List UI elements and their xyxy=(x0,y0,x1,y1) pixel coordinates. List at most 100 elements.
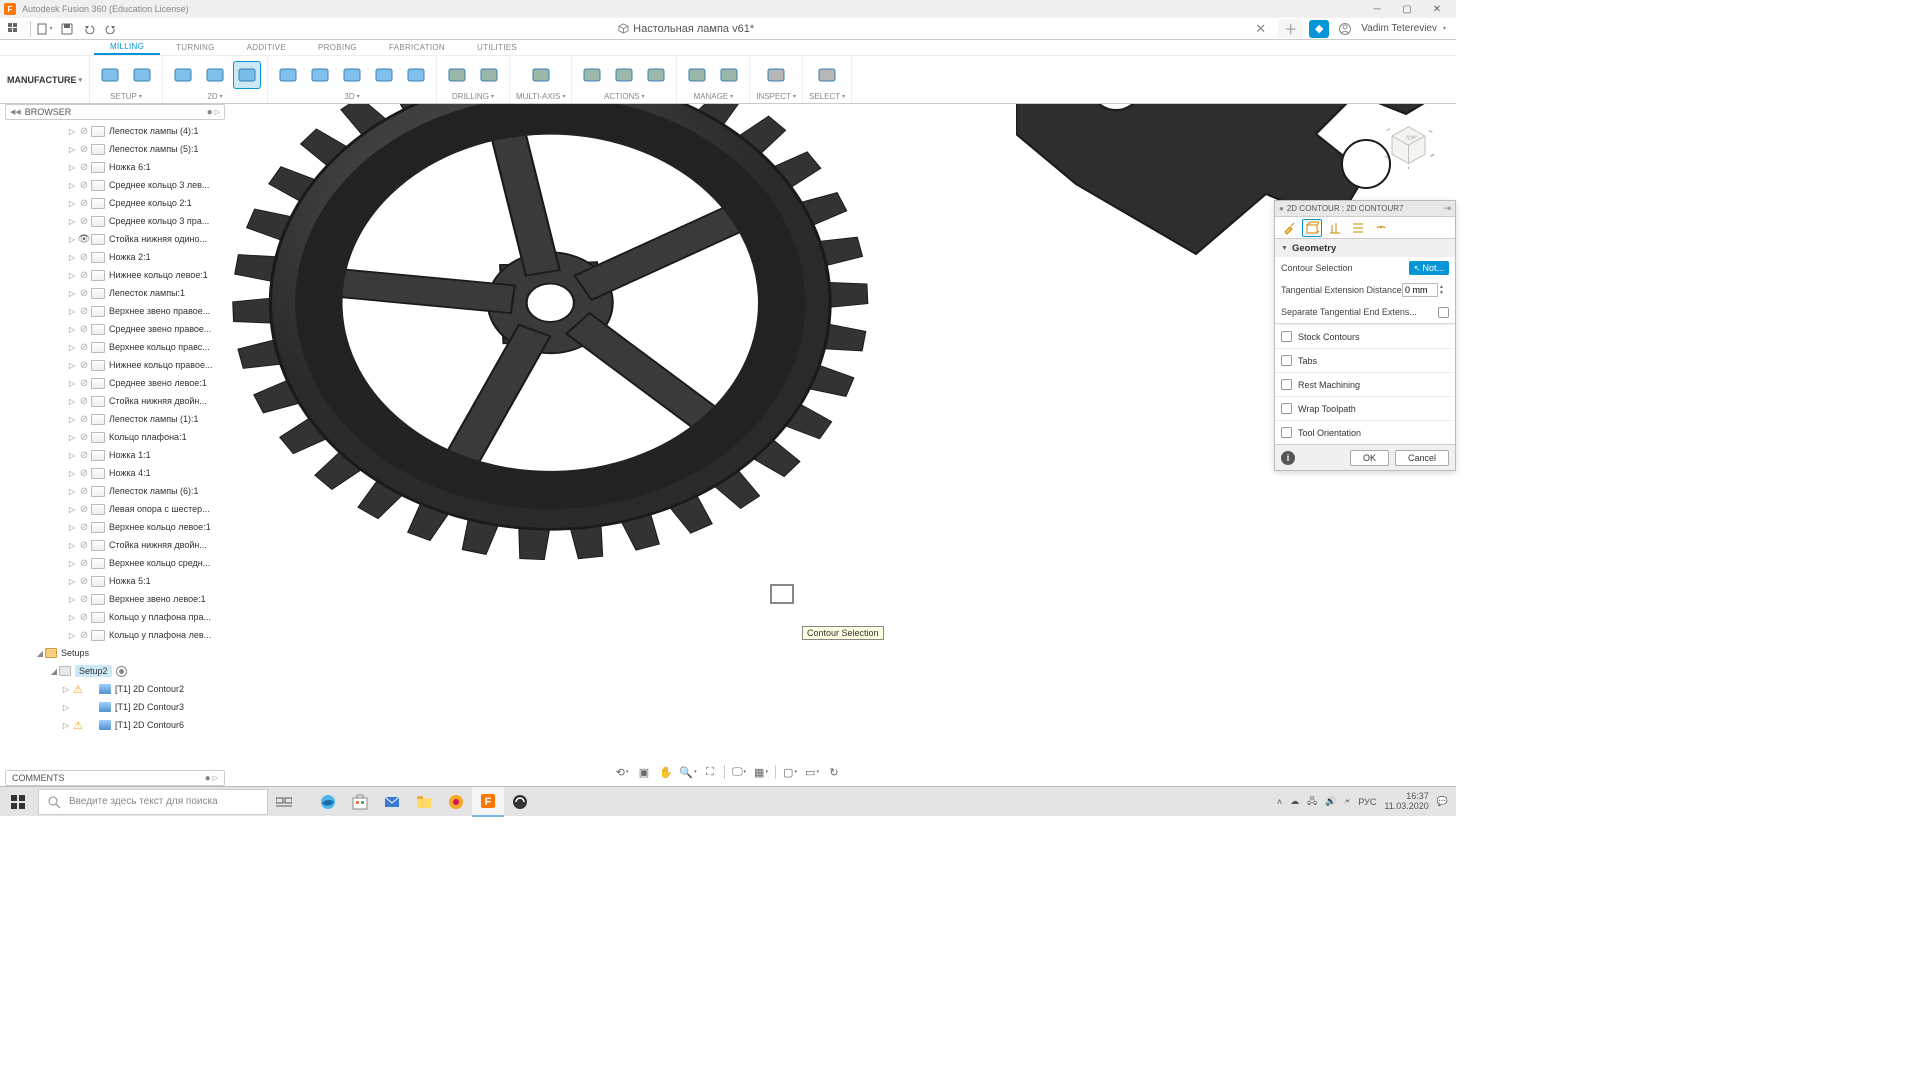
fit-button[interactable]: ⛶ xyxy=(700,763,720,781)
browser-item[interactable]: ▷⊘Среднее звено левое:1 xyxy=(5,374,225,392)
browser-item[interactable]: ▷⊘Ножка 2:1 xyxy=(5,248,225,266)
notifications-icon[interactable]: 💬 xyxy=(1437,796,1448,807)
view-cube[interactable]: TOP xyxy=(1381,114,1436,169)
ribbon-icon[interactable] xyxy=(306,61,334,89)
checkbox[interactable] xyxy=(1281,379,1292,390)
browser-item[interactable]: ▷⊘Среднее кольцо 3 пра... xyxy=(5,212,225,230)
browser-item[interactable]: ▷⊘Кольцо у плафона лев... xyxy=(5,626,225,644)
browser-item[interactable]: ▷⊘Среднее кольцо 3 лев... xyxy=(5,176,225,194)
ribbon-icon[interactable] xyxy=(642,61,670,89)
checkbox[interactable] xyxy=(1281,403,1292,414)
grid-settings-button[interactable]: ▦▾ xyxy=(751,763,771,781)
browser-item[interactable]: ▷⊘Нижнее кольцо левое:1 xyxy=(5,266,225,284)
mail-taskbar-icon[interactable] xyxy=(376,787,408,817)
browser-item[interactable]: ▷⊘Лепесток лампы (5):1 xyxy=(5,140,225,158)
operation-item[interactable]: ▷⚠[T1] 2D Contour2 xyxy=(5,680,225,698)
ribbon-group-label[interactable]: ACTIONS xyxy=(604,92,645,101)
ribbon-group-label[interactable]: 2D xyxy=(207,92,222,101)
ribbon-icon[interactable] xyxy=(338,61,366,89)
browser-item[interactable]: ▷⊘Верхнее кольцо средн... xyxy=(5,554,225,572)
app2-taskbar-icon[interactable] xyxy=(504,787,536,817)
browser-item[interactable]: ▷⊘Верхнее кольцо правс... xyxy=(5,338,225,356)
browser-header[interactable]: ◀◀ BROWSER ●▷ xyxy=(5,104,225,120)
taskbar-clock[interactable]: 16:37 11.03.2020 xyxy=(1384,792,1428,812)
ribbon-icon[interactable] xyxy=(527,61,555,89)
browser-item[interactable]: ▷⊘Верхнее звено левое:1 xyxy=(5,590,225,608)
system-tray[interactable]: ˄ ☁ 🖧 🔊 🗲 РУС 16:37 11.03.2020 💬 xyxy=(1269,792,1456,812)
setups-folder[interactable]: ◢Setups xyxy=(5,644,225,662)
file-menu-button[interactable]: ▾ xyxy=(35,19,55,39)
pan-button[interactable]: ✋ xyxy=(656,763,676,781)
ribbon-group-label[interactable]: MULTI-AXIS xyxy=(516,92,565,101)
pin-icon[interactable]: ⇥ xyxy=(1443,203,1451,214)
tool-tab-icon[interactable] xyxy=(1279,219,1299,237)
checkbox[interactable] xyxy=(1281,331,1292,342)
ribbon-group-label[interactable]: SETUP xyxy=(110,92,142,101)
setup2-item[interactable]: ◢Setup2 xyxy=(5,662,225,680)
browser-item[interactable]: ▷⊘Нижнее кольцо правое... xyxy=(5,356,225,374)
notifications-button[interactable] xyxy=(1335,20,1355,38)
browser-item[interactable]: ▷👁Стойка нижняя одино... xyxy=(5,230,225,248)
viewports-button[interactable]: ▢▾ xyxy=(780,763,800,781)
orbit-button[interactable]: ⟲▾ xyxy=(612,763,632,781)
zoom-button[interactable]: 🔍▾ xyxy=(678,763,698,781)
volume-icon[interactable]: 🔊 xyxy=(1325,796,1336,807)
ribbon-icon[interactable] xyxy=(370,61,398,89)
ribbon-icon[interactable] xyxy=(683,61,711,89)
cancel-button[interactable]: Cancel xyxy=(1395,450,1449,466)
passes-tab-icon[interactable] xyxy=(1348,219,1368,237)
start-button[interactable] xyxy=(0,787,36,817)
browser-item[interactable]: ▷⊘Лепесток лампы (4):1 xyxy=(5,122,225,140)
browser-item[interactable]: ▷⊘Кольцо у плафона пра... xyxy=(5,608,225,626)
tab-milling[interactable]: MILLING xyxy=(94,40,160,55)
browser-item[interactable]: ▷⊘Ножка 5:1 xyxy=(5,572,225,590)
tab-utilities[interactable]: UTILITIES xyxy=(461,40,533,55)
browser-item[interactable]: ▷⊘Лепесток лампы:1 xyxy=(5,284,225,302)
ribbon-icon[interactable] xyxy=(128,61,156,89)
prop-check-row[interactable]: Wrap Toolpath xyxy=(1275,396,1455,420)
ribbon-icon[interactable] xyxy=(443,61,471,89)
browser-item[interactable]: ▷⊘Ножка 6:1 xyxy=(5,158,225,176)
spinner[interactable]: ▲▼ xyxy=(1439,284,1449,296)
checkbox[interactable] xyxy=(1281,427,1292,438)
close-tab-button[interactable]: ✕ xyxy=(1249,21,1272,37)
save-button[interactable] xyxy=(57,19,77,39)
browser-item[interactable]: ▷⊘Верхнее кольцо левое:1 xyxy=(5,518,225,536)
ribbon-group-label[interactable]: MANAGE xyxy=(693,92,733,101)
new-tab-button[interactable]: ＋ xyxy=(1278,19,1303,38)
operation-item[interactable]: ▷[T1] 2D Contour3 xyxy=(5,698,225,716)
tab-turning[interactable]: TURNING xyxy=(160,40,231,55)
workspace-selector[interactable]: MANUFACTURE xyxy=(0,56,90,103)
ribbon-icon[interactable] xyxy=(813,61,841,89)
ribbon-group-label[interactable]: 3D xyxy=(344,92,359,101)
browser-item[interactable]: ▷⊘Ножка 4:1 xyxy=(5,464,225,482)
browser-item[interactable]: ▷⊘Кольцо плафона:1 xyxy=(5,428,225,446)
separate-tan-checkbox[interactable] xyxy=(1438,307,1449,318)
geometry-section-header[interactable]: ▼Geometry xyxy=(1275,239,1455,257)
browser-item[interactable]: ▷⊘Среднее звено правое... xyxy=(5,320,225,338)
ribbon-group-label[interactable]: DRILLING xyxy=(452,92,494,101)
info-icon[interactable]: i xyxy=(1281,451,1295,465)
prop-check-row[interactable]: Tabs xyxy=(1275,348,1455,372)
prop-check-row[interactable]: Stock Contours xyxy=(1275,324,1455,348)
ribbon-icon[interactable] xyxy=(475,61,503,89)
camera-button[interactable]: ▭▾ xyxy=(802,763,822,781)
tab-probing[interactable]: PROBING xyxy=(302,40,373,55)
checkbox[interactable] xyxy=(1281,355,1292,366)
browser-item[interactable]: ▷⊘Лепесток лампы (6):1 xyxy=(5,482,225,500)
language-indicator[interactable]: РУС xyxy=(1358,797,1376,807)
maximize-button[interactable]: ▢ xyxy=(1392,0,1422,18)
undo-button[interactable] xyxy=(79,19,99,39)
ribbon-icon[interactable] xyxy=(402,61,430,89)
contour-select-button[interactable]: ↖Not... xyxy=(1409,261,1449,275)
operation-item[interactable]: ▷⚠[T1] 2D Contour6 xyxy=(5,716,225,734)
browser-item[interactable]: ▷⊘Лепесток лампы (1):1 xyxy=(5,410,225,428)
browser-item[interactable]: ▷⊘Среднее кольцо 2:1 xyxy=(5,194,225,212)
app1-taskbar-icon[interactable] xyxy=(440,787,472,817)
display-settings-button[interactable]: 🖵▾ xyxy=(729,763,749,781)
battery-icon[interactable]: 🗲 xyxy=(1344,796,1350,807)
ribbon-icon[interactable] xyxy=(233,61,261,89)
ribbon-icon[interactable] xyxy=(578,61,606,89)
browser-item[interactable]: ▷⊘Верхнее звено правое... xyxy=(5,302,225,320)
close-button[interactable]: ✕ xyxy=(1422,0,1452,18)
